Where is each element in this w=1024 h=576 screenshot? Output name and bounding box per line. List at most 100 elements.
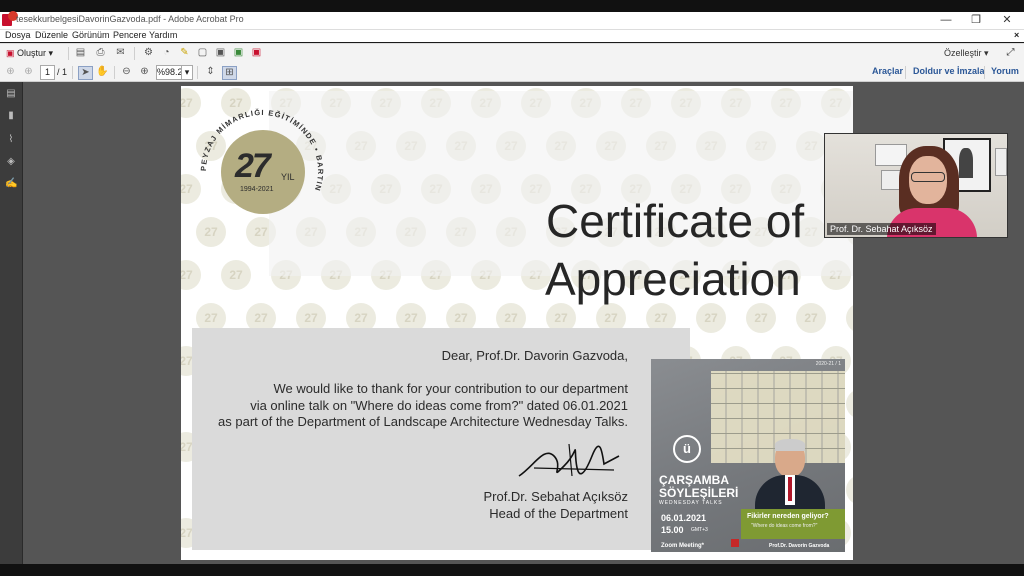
fill-sign-link[interactable]: Doldur ve İmzala — [913, 66, 985, 76]
navigation-pane: ▤ ▮ ⌇ ◈ ✍ — [0, 82, 23, 564]
print-icon[interactable]: ⎙ — [94, 47, 107, 59]
create-icon: ▣ — [6, 48, 18, 58]
menu-dosya[interactable]: Dosya — [5, 30, 31, 40]
screen-top-bar — [0, 0, 1024, 12]
screen-bottom-bar — [0, 564, 1024, 576]
event-poster-image: 2020-21 / 1 ü ÇARŞAMBA SÖYLEŞİLERİ WEDNE… — [651, 359, 845, 552]
zoom-dropdown-chevron-icon[interactable]: ▾ — [181, 65, 193, 80]
divider — [68, 47, 69, 60]
wall-frame — [995, 148, 1007, 176]
pdf-page: 27 27 27 27 27 27 27 27 27 27 27 27 27 27 27 27 27 27 27 27… — [181, 86, 853, 560]
menu-gorunum[interactable]: Görünüm — [72, 30, 110, 40]
watermark-emblem: 27 — [796, 303, 826, 333]
menu-yardim[interactable]: Yardım — [149, 30, 177, 40]
watermark-emblem: 27 — [846, 475, 853, 505]
greeting-text: Dear, Prof.Dr. Davorin Gazvoda, — [441, 348, 628, 363]
zoom-in-icon[interactable]: ⊕ — [138, 66, 151, 78]
menu-pencere[interactable]: Pencere — [113, 30, 147, 40]
poster-series-title-1: ÇARŞAMBA — [659, 473, 729, 487]
customize-menu[interactable]: Özelleştir ▾ — [944, 48, 989, 59]
tools-link[interactable]: Araçlar — [872, 66, 903, 76]
certificate-title-line1: Certificate of — [546, 195, 805, 247]
window-title-bar: tesekkurbelgesiDavorinGazvoda.pdf - Adob… — [0, 11, 1024, 30]
speaker-tie — [788, 477, 792, 501]
emblem-yil: YIL — [281, 172, 295, 182]
poster-speaker-name: Prof.Dr. Davorin Gazvoda — [769, 543, 830, 549]
talk-title-box: Fikirler nereden geliyor? "Where do idea… — [741, 509, 845, 539]
poster-time: 15.00 — [661, 525, 684, 535]
signer-name: Prof.Dr. Sebahat Açıksöz — [483, 489, 628, 504]
zoom-out-icon[interactable]: ⊖ — [120, 66, 133, 78]
extract-icon[interactable]: ▣ — [214, 47, 227, 59]
expand-icon[interactable]: ⤢ — [1004, 47, 1017, 59]
watermark-emblem: 27 — [221, 260, 251, 290]
university-logo: ü — [673, 435, 701, 463]
body-line-3: as part of the Department of Landscape A… — [218, 414, 628, 429]
participant-name-label: Prof. Dr. Sebahat Açıksöz — [827, 223, 936, 235]
chevron-down-icon: ▾ — [981, 48, 989, 58]
portrait-figure — [959, 148, 973, 178]
poster-timezone: GMT+3 — [691, 527, 708, 533]
attachments-icon[interactable]: ⌇ — [5, 134, 17, 146]
save-icon[interactable]: ▤ — [74, 47, 87, 59]
page-total: / 1 — [57, 67, 68, 77]
window-title: tesekkurbelgesiDavorinGazvoda.pdf - Adob… — [16, 14, 244, 24]
select-tool-icon[interactable]: ➤ — [78, 66, 93, 80]
pdf-icon[interactable]: ▣ — [250, 47, 263, 59]
poster-date: 06.01.2021 — [661, 513, 707, 523]
page-icon[interactable]: ▢ — [196, 47, 209, 59]
menu-bar: Dosya Düzenle Görünüm Pencere Yardım × — [0, 30, 1024, 42]
page-thumbnails-icon[interactable]: ▤ — [5, 88, 17, 100]
watermark-emblem: 27 — [181, 260, 201, 290]
poster-platform: Zoom Meeting* — [661, 543, 704, 549]
fit-width-icon[interactable]: ⊞ — [222, 66, 237, 80]
minimize-button[interactable]: — — [932, 13, 960, 28]
watermark-emblem: 27 — [746, 303, 776, 333]
navigation-toolbar: ⊕ ⊕ 1 / 1 ➤ ✋ ⊖ ⊕ %98.2 ▾ ⇕ ⊞ Araçlar Do… — [0, 63, 1024, 82]
signatures-icon[interactable]: ✍ — [5, 178, 17, 190]
create-button[interactable]: ▣ Oluştur ▾ — [4, 47, 55, 60]
comment-link[interactable]: Yorum — [991, 66, 1019, 76]
create-label: Oluştur — [17, 48, 47, 58]
menu-duzenle[interactable]: Düzenle — [35, 30, 68, 40]
page-number-input[interactable]: 1 — [40, 65, 55, 80]
participant-glasses — [911, 172, 945, 182]
customize-label: Özelleştir — [944, 48, 982, 58]
export-icon[interactable]: ▣ — [232, 47, 245, 59]
next-page-icon[interactable]: ⊕ — [22, 66, 35, 78]
highlight-icon[interactable]: ✎ — [178, 47, 191, 59]
settings-icon[interactable]: ⚙ — [142, 47, 155, 59]
department-emblem-logo: 27 YIL 1994-2021 — [221, 130, 305, 214]
background-band — [269, 91, 853, 276]
talk-subtitle: "Where do ideas come from?" — [751, 523, 818, 529]
body-line-2: via online talk on "Where do ideas come … — [250, 398, 628, 413]
hand-tool-icon[interactable]: ✋ — [96, 66, 109, 78]
previous-page-icon[interactable]: ⊕ — [4, 66, 17, 78]
emblem-years: 1994-2021 — [240, 186, 274, 193]
fit-page-icon[interactable]: ⇕ — [204, 66, 217, 78]
bookmarks-icon[interactable]: ▮ — [5, 110, 17, 122]
poster-term: 2020-21 / 1 — [815, 361, 841, 367]
close-window-button[interactable]: ✕ — [993, 13, 1021, 28]
divider — [134, 47, 135, 60]
poster-series-sub: WEDNESDAY TALKS — [659, 500, 723, 506]
comment-icon[interactable]: ◔ — [160, 47, 173, 59]
video-participant-tile[interactable]: Prof. Dr. Sebahat Açıksöz — [824, 133, 1008, 238]
email-icon[interactable]: ✉ — [114, 47, 127, 59]
maximize-button[interactable]: ❐ — [962, 13, 990, 28]
certificate-text-box: Dear, Prof.Dr. Davorin Gazvoda, We would… — [192, 328, 690, 550]
zoom-level-input[interactable]: %98.2 — [156, 65, 183, 80]
watermark-emblem: 27 — [696, 303, 726, 333]
layers-icon[interactable]: ◈ — [5, 156, 17, 168]
divider — [197, 66, 198, 79]
close-document-button[interactable]: × — [1014, 30, 1019, 40]
talk-title: Fikirler nereden geliyor? — [747, 513, 829, 520]
poster-series-title-2: SÖYLEŞİLERİ — [659, 486, 739, 500]
chevron-down-icon: ▾ — [46, 48, 54, 58]
watermark-emblem: 27 — [846, 389, 853, 419]
speaker-hair — [775, 439, 805, 451]
divider — [984, 66, 985, 79]
divider — [905, 66, 906, 79]
signature-image — [518, 443, 620, 477]
watermark-emblem: 27 — [846, 303, 853, 333]
